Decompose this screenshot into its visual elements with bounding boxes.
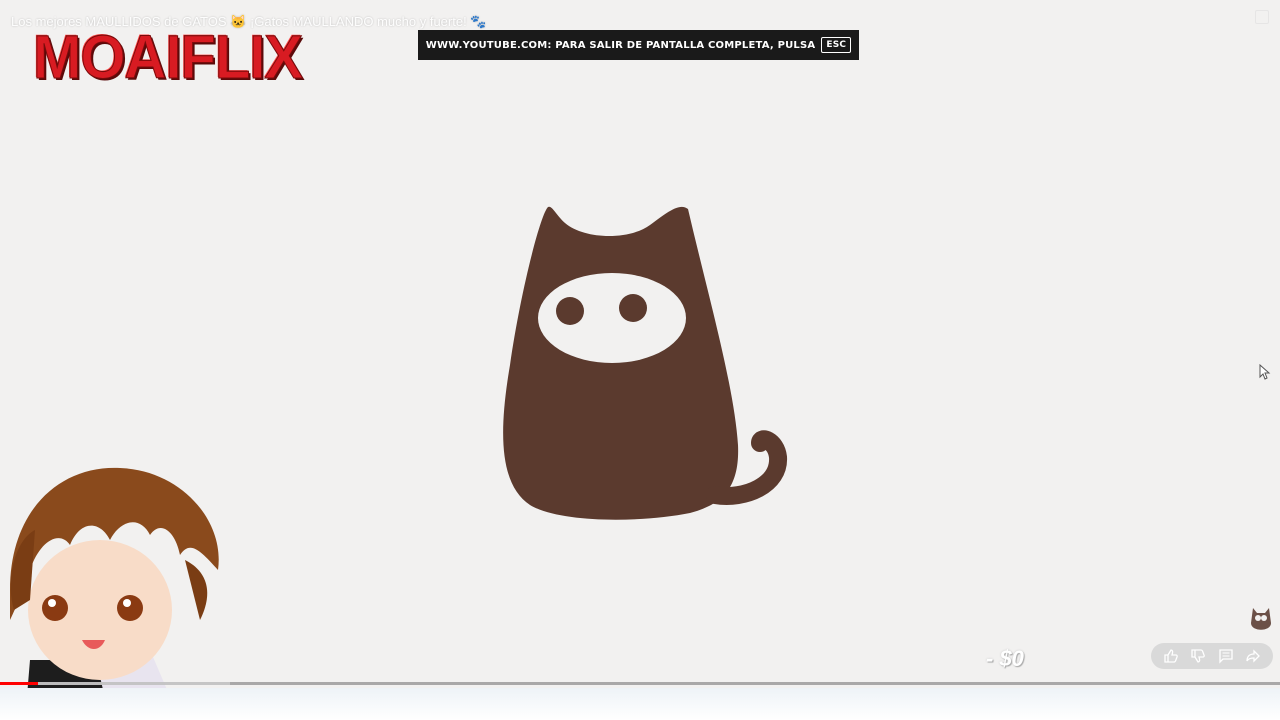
cat-pupil-right — [619, 294, 647, 322]
esc-key-badge: ESC — [821, 37, 852, 53]
comment-icon — [1219, 649, 1233, 664]
cat-illustration — [503, 206, 787, 520]
snow-border — [0, 688, 1280, 720]
share-icon — [1246, 649, 1261, 663]
progress-played — [0, 682, 39, 685]
share-button[interactable] — [1243, 646, 1263, 666]
action-bar — [1151, 643, 1273, 669]
comments-button[interactable] — [1216, 646, 1236, 666]
channel-logo: MOAIFLIX — [32, 23, 303, 92]
vtuber-avatar — [10, 467, 219, 720]
dislike-button[interactable] — [1188, 646, 1208, 666]
counter-text: - $0 — [986, 646, 1024, 671]
video-player[interactable]: Los mejores MAULLIDOS de GATOS 🐱 ¡Gatos … — [0, 0, 1280, 720]
mini-cat-icon — [1251, 608, 1271, 630]
fullscreen-notice-text: WWW.YOUTUBE.COM: PARA SALIR DE PANTALLA … — [425, 39, 816, 51]
cursor-icon — [1259, 364, 1271, 380]
fullscreen-exit-icon[interactable] — [1255, 10, 1269, 24]
progress-bar[interactable] — [0, 682, 1280, 685]
cat-pupil-left — [556, 297, 584, 325]
dislike-icon — [1191, 649, 1206, 663]
like-icon — [1164, 649, 1178, 663]
fullscreen-notice: WWW.YOUTUBE.COM: PARA SALIR DE PANTALLA … — [418, 30, 859, 60]
like-button[interactable] — [1161, 646, 1181, 666]
cat-body — [503, 206, 739, 520]
